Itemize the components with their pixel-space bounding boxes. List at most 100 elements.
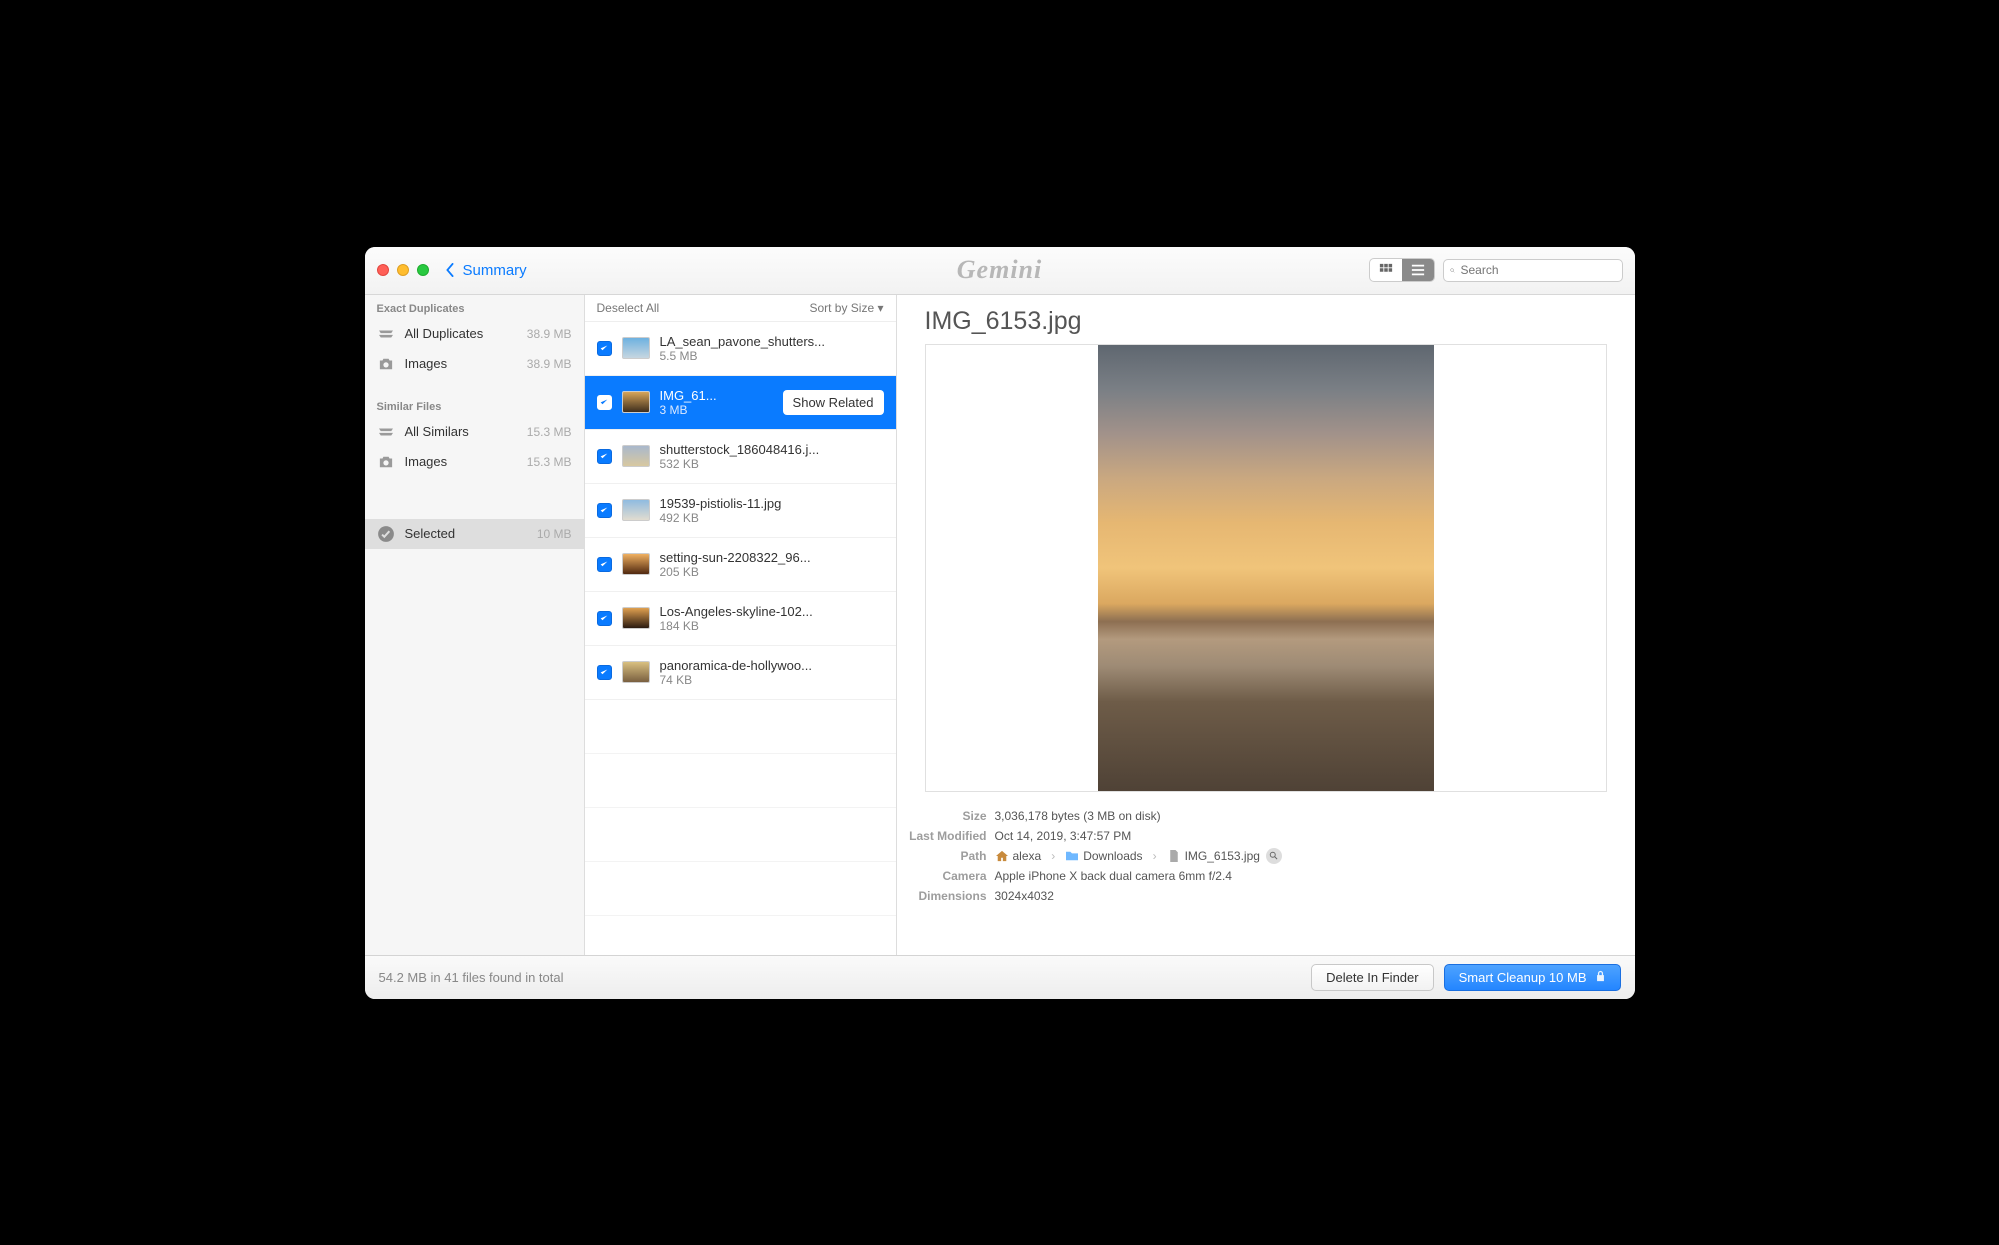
file-size: 5.5 MB <box>660 349 884 363</box>
thumbnail <box>622 553 650 575</box>
row-checkbox[interactable] <box>597 557 612 572</box>
file-row[interactable]: LA_sean_pavone_shutters... 5.5 MB <box>585 322 896 376</box>
file-list-header: Deselect All Sort by Size ▾ <box>585 295 896 322</box>
row-checkbox[interactable] <box>597 665 612 680</box>
meta-label-dimensions: Dimensions <box>897 886 987 906</box>
thumbnail <box>622 607 650 629</box>
thumbnail <box>622 661 650 683</box>
preview-image <box>1098 345 1434 791</box>
list-icon <box>1411 263 1425 277</box>
main-body: Exact Duplicates All Duplicates 38.9 MB … <box>365 295 1635 955</box>
preview-image-frame <box>925 344 1607 792</box>
path-segment-file[interactable]: IMG_6153.jpg <box>1167 846 1260 866</box>
file-row[interactable]: Los-Angeles-skyline-102... 184 KB <box>585 592 896 646</box>
lock-icon <box>1595 970 1606 985</box>
file-row[interactable]: panoramica-de-hollywoo... 74 KB <box>585 646 896 700</box>
deselect-all-button[interactable]: Deselect All <box>597 301 660 315</box>
search-icon <box>1450 264 1455 277</box>
file-icon <box>1167 850 1181 862</box>
file-name: LA_sean_pavone_shutters... <box>660 334 884 349</box>
back-button[interactable]: Summary <box>443 262 527 279</box>
sidebar-item-label: All Duplicates <box>405 326 484 341</box>
footer: 54.2 MB in 41 files found in total Delet… <box>365 955 1635 999</box>
path-separator: › <box>1149 846 1161 866</box>
sidebar-item-label: Selected <box>405 526 456 541</box>
sidebar-item-all-similars[interactable]: All Similars 15.3 MB <box>365 417 584 447</box>
sidebar-item-size: 38.9 MB <box>527 327 572 341</box>
row-checkbox[interactable] <box>597 449 612 464</box>
delete-in-finder-button[interactable]: Delete In Finder <box>1311 964 1434 991</box>
meta-value-camera: Apple iPhone X back dual camera 6mm f/2.… <box>995 866 1232 886</box>
file-name: Los-Angeles-skyline-102... <box>660 604 884 619</box>
preview-title: IMG_6153.jpg <box>897 295 1635 344</box>
sidebar-item-label: Images <box>405 454 448 469</box>
file-name: panoramica-de-hollywoo... <box>660 658 884 673</box>
minimize-window-button[interactable] <box>397 264 409 276</box>
sidebar-item-all-duplicates[interactable]: All Duplicates 38.9 MB <box>365 319 584 349</box>
toolbar-right <box>1369 258 1623 282</box>
file-size: 3 MB <box>660 403 773 417</box>
sidebar-item-size: 38.9 MB <box>527 357 572 371</box>
search-field[interactable] <box>1443 259 1623 282</box>
file-list-panel: Deselect All Sort by Size ▾ LA_sean_pavo… <box>585 295 897 955</box>
file-name: shutterstock_186048416.j... <box>660 442 884 457</box>
sidebar-item-label: Images <box>405 356 448 371</box>
home-icon <box>995 850 1009 862</box>
camera-icon <box>377 453 395 471</box>
cleanup-label: Smart Cleanup 10 MB <box>1459 970 1587 985</box>
sort-button[interactable]: Sort by Size ▾ <box>809 301 883 315</box>
file-rows: LA_sean_pavone_shutters... 5.5 MB IMG_61… <box>585 322 896 955</box>
list-view-button[interactable] <box>1402 259 1434 281</box>
row-checkbox[interactable] <box>597 395 612 410</box>
sidebar-item-label: All Similars <box>405 424 469 439</box>
show-related-button[interactable]: Show Related <box>783 390 884 415</box>
meta-value-modified: Oct 14, 2019, 3:47:57 PM <box>995 826 1132 846</box>
smart-cleanup-button[interactable]: Smart Cleanup 10 MB <box>1444 964 1621 991</box>
sidebar: Exact Duplicates All Duplicates 38.9 MB … <box>365 295 585 955</box>
meta-label-modified: Last Modified <box>897 826 987 846</box>
meta-label-camera: Camera <box>897 866 987 886</box>
close-window-button[interactable] <box>377 264 389 276</box>
grid-view-button[interactable] <box>1370 259 1402 281</box>
sidebar-item-images-sim[interactable]: Images 15.3 MB <box>365 447 584 477</box>
path-segment-folder[interactable]: Downloads <box>1065 846 1142 866</box>
file-size: 492 KB <box>660 511 884 525</box>
thumbnail <box>622 445 650 467</box>
view-mode-toggle <box>1369 258 1435 282</box>
meta-label-path: Path <box>897 846 987 866</box>
path-segment-home[interactable]: alexa <box>995 846 1042 866</box>
file-row[interactable]: shutterstock_186048416.j... 532 KB <box>585 430 896 484</box>
chevron-left-icon <box>443 263 457 277</box>
meta-value-dimensions: 3024x4032 <box>995 886 1054 906</box>
toolbar: Summary Gemini <box>365 247 1635 295</box>
file-row[interactable]: IMG_61... 3 MB Show Related <box>585 376 896 430</box>
sidebar-item-size: 15.3 MB <box>527 425 572 439</box>
stack-icon <box>377 423 395 441</box>
window-controls <box>377 264 429 276</box>
sidebar-item-size: 10 MB <box>537 527 572 541</box>
meta-value-path: alexa › Downloads › IMG_6153.jpg <box>995 846 1282 866</box>
folder-icon <box>1065 850 1079 862</box>
search-input[interactable] <box>1461 263 1616 277</box>
sidebar-header-similar: Similar Files <box>365 393 584 417</box>
back-label: Summary <box>463 262 527 279</box>
row-checkbox[interactable] <box>597 611 612 626</box>
file-row[interactable]: setting-sun-2208322_96... 205 KB <box>585 538 896 592</box>
row-checkbox[interactable] <box>597 503 612 518</box>
maximize-window-button[interactable] <box>417 264 429 276</box>
row-checkbox[interactable] <box>597 341 612 356</box>
reveal-in-finder-button[interactable] <box>1266 848 1282 864</box>
sidebar-item-images-dup[interactable]: Images 38.9 MB <box>365 349 584 379</box>
meta-value-size: 3,036,178 bytes (3 MB on disk) <box>995 806 1161 826</box>
grid-icon <box>1379 263 1393 277</box>
footer-status: 54.2 MB in 41 files found in total <box>379 970 564 985</box>
search-icon <box>1269 851 1279 861</box>
preview-panel: IMG_6153.jpg Size 3,036,178 bytes (3 MB … <box>897 295 1635 955</box>
file-row[interactable]: 19539-pistiolis-11.jpg 492 KB <box>585 484 896 538</box>
file-size: 184 KB <box>660 619 884 633</box>
app-window: Summary Gemini <box>365 247 1635 999</box>
sidebar-header-duplicates: Exact Duplicates <box>365 295 584 319</box>
meta-label-size: Size <box>897 806 987 826</box>
sidebar-item-selected[interactable]: Selected 10 MB <box>365 519 584 549</box>
sidebar-item-size: 15.3 MB <box>527 455 572 469</box>
